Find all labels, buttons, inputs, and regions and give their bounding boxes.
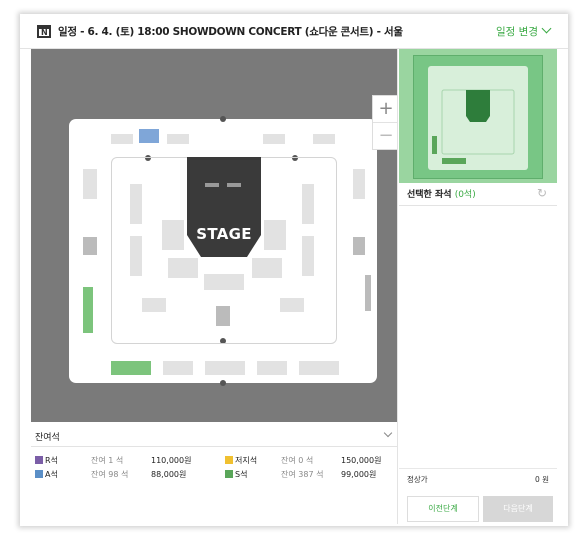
venue-map: STAGE <box>69 116 377 386</box>
seat-block-s[interactable] <box>111 361 151 375</box>
seat-block[interactable] <box>264 220 286 250</box>
seat-block[interactable] <box>263 134 285 144</box>
next-step-button[interactable]: 다음단계 <box>483 496 553 522</box>
seat-block[interactable] <box>299 361 339 375</box>
header: N 일정 - 6. 4. (토) 18:00 SHOWDOWN CONCERT … <box>20 14 568 49</box>
mini-venue <box>428 66 528 170</box>
seat-block[interactable] <box>353 169 365 199</box>
booking-window: N 일정 - 6. 4. (토) 18:00 SHOWDOWN CONCERT … <box>20 14 568 526</box>
seat-block-s[interactable] <box>83 287 93 333</box>
seat-block[interactable] <box>111 134 133 144</box>
seat-block[interactable] <box>216 306 230 326</box>
seat-block[interactable] <box>205 361 245 375</box>
remaining-seats-title: 잔여석 <box>35 433 60 443</box>
seat-block[interactable] <box>313 134 335 144</box>
seat-block[interactable] <box>163 361 193 375</box>
selected-seats-count: (0석) <box>454 190 476 200</box>
seat-block[interactable] <box>162 220 184 250</box>
mini-map-viewport[interactable] <box>413 55 543 179</box>
seat-block[interactable] <box>302 184 314 224</box>
selected-seats-title: 선택한 좌석 (0석) <box>407 190 476 200</box>
zoom-out-button[interactable]: − <box>373 122 397 149</box>
divider <box>397 49 398 524</box>
chevron-down-icon <box>541 23 552 34</box>
seat-block-a[interactable] <box>139 129 159 143</box>
grade-color-swatch <box>35 470 43 478</box>
price-value: 0 원 <box>534 475 549 484</box>
remaining-seats-panel: 잔여석 R석 잔여 1 석 110,000원 A석 잔여 98 석 88,000… <box>31 426 397 524</box>
side-panel: 선택한 좌석 (0석) ↻ 정상가 0 원 이전단계 다음단계 <box>399 49 557 524</box>
mini-map[interactable] <box>399 49 557 183</box>
selected-seats-header: 선택한 좌석 (0석) ↻ <box>399 183 557 206</box>
price-summary: 정상가 0 원 <box>399 468 557 487</box>
chevron-down-icon <box>383 428 393 438</box>
prev-step-button[interactable]: 이전단계 <box>407 496 479 522</box>
price-label: 정상가 <box>407 475 428 484</box>
seat-block[interactable] <box>365 275 371 311</box>
zoom-control: + − <box>372 95 397 150</box>
seat-block[interactable] <box>302 236 314 276</box>
seat-block[interactable] <box>252 258 282 278</box>
calendar-icon: N <box>37 25 51 38</box>
seat-block[interactable] <box>130 184 142 224</box>
stage-label: STAGE <box>196 225 252 243</box>
seat-map[interactable]: STAGE + − <box>31 49 397 422</box>
seat-block[interactable] <box>130 236 142 276</box>
seat-block[interactable] <box>257 361 287 375</box>
refresh-icon[interactable]: ↻ <box>537 186 547 200</box>
grade-color-swatch <box>225 456 233 464</box>
grade-color-swatch <box>35 456 43 464</box>
seat-block[interactable] <box>83 237 97 255</box>
seat-block[interactable] <box>168 258 198 278</box>
change-schedule-button[interactable]: 일정 변경 <box>496 23 552 39</box>
seat-block[interactable] <box>204 274 244 290</box>
page-title: 일정 - 6. 4. (토) 18:00 SHOWDOWN CONCERT (쇼… <box>58 26 403 38</box>
seat-block[interactable] <box>142 298 166 312</box>
seat-block[interactable] <box>167 134 189 144</box>
grade-color-swatch <box>225 470 233 478</box>
marker-dot <box>220 380 226 386</box>
seat-block[interactable] <box>280 298 304 312</box>
remaining-seats-header[interactable]: 잔여석 <box>31 426 397 447</box>
seat-block[interactable] <box>353 237 365 255</box>
seat-block[interactable] <box>83 169 97 199</box>
zoom-in-button[interactable]: + <box>373 96 397 122</box>
marker-dot <box>220 116 226 122</box>
